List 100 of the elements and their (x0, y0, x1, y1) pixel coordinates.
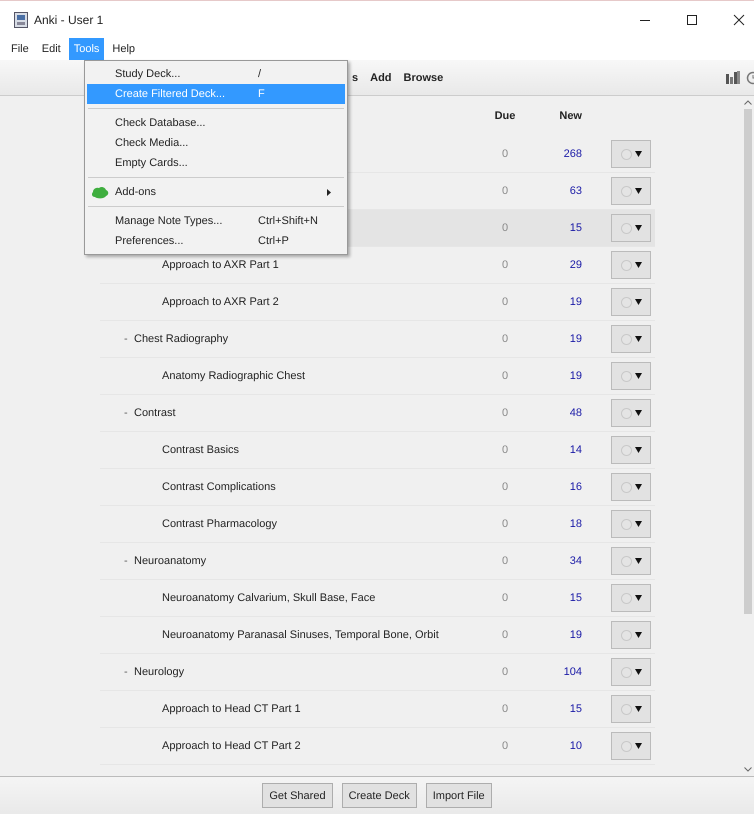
caret-icon (634, 743, 642, 749)
maximize-icon[interactable] (686, 14, 698, 26)
due-count: 0 (500, 370, 510, 382)
deck-options-button[interactable] (611, 436, 651, 464)
window-title: Anki - User 1 (34, 12, 104, 26)
caret-icon (634, 669, 642, 675)
collapse-toggle[interactable]: - (124, 407, 134, 419)
deck-row[interactable]: Neuroanatomy Calvarium, Skull Base, Face 0 15 (100, 580, 655, 617)
deck-row[interactable]: - Neurology 0 104 (100, 654, 655, 691)
caret-icon (634, 484, 642, 490)
due-count: 0 (500, 296, 510, 308)
due-count: 0 (500, 222, 510, 234)
deck-options-button[interactable] (611, 325, 651, 353)
caret-icon (634, 410, 642, 416)
new-count: 18 (568, 518, 582, 530)
deck-name[interactable]: Contrast (134, 407, 176, 419)
deck-name[interactable]: Contrast Pharmacology (162, 518, 277, 530)
deck-name[interactable]: Chest Radiography (134, 333, 228, 345)
menu-item[interactable]: Help (107, 38, 140, 60)
deck-options-button[interactable] (611, 621, 651, 649)
caret-icon (634, 447, 642, 453)
menu-item[interactable]: Edit (36, 38, 66, 60)
new-count: 19 (568, 370, 582, 382)
collapse-toggle[interactable]: - (124, 333, 134, 345)
deck-row[interactable]: Contrast Pharmacology 0 18 (100, 506, 655, 543)
new-count: 15 (568, 222, 582, 234)
due-count: 0 (500, 666, 510, 678)
bottom-button[interactable]: Create Deck (342, 783, 417, 808)
close-icon[interactable] (733, 14, 745, 26)
deck-name[interactable]: Anatomy Radiographic Chest (162, 370, 306, 382)
deck-row[interactable]: - Contrast 0 48 (100, 395, 655, 432)
new-count: 34 (568, 555, 582, 567)
toolbar-link[interactable]: Add (370, 72, 392, 84)
deck-options-button[interactable] (611, 140, 651, 168)
due-count: 0 (500, 185, 510, 197)
menu-item[interactable]: File (6, 38, 34, 60)
deck-options-button[interactable] (611, 177, 651, 205)
deck-options-button[interactable] (611, 214, 651, 242)
collapse-toggle[interactable]: - (124, 666, 134, 678)
deck-options-button[interactable] (611, 732, 651, 760)
menu-entry[interactable]: Study Deck... / (87, 64, 345, 84)
deck-row[interactable]: - Neuroanatomy 0 34 (100, 543, 655, 580)
toolbar-link[interactable]: Browse (404, 72, 444, 84)
deck-row[interactable]: Anatomy Radiographic Chest 0 19 (100, 358, 655, 395)
new-count: 63 (568, 185, 582, 197)
deck-row[interactable]: Approach to Head CT Part 1 0 15 (100, 691, 655, 728)
scroll-up-icon[interactable] (744, 100, 752, 105)
deck-name[interactable]: Neuroanatomy Calvarium, Skull Base, Face (162, 592, 376, 604)
deck-row[interactable]: Neuroanatomy Paranasal Sinuses, Temporal Bone, Orbit 0 19 (100, 617, 655, 654)
deck-name[interactable]: Contrast Complications (162, 481, 276, 493)
toolbar-link[interactable]: s (352, 72, 358, 84)
due-count: 0 (500, 444, 510, 456)
deck-name[interactable]: Neuroanatomy Paranasal Sinuses, Temporal Bone, Orbit (162, 629, 439, 641)
deck-name[interactable]: Approach to Head CT Part 2 (162, 740, 301, 752)
due-count: 0 (500, 592, 510, 604)
due-count: 0 (500, 407, 510, 419)
deck-name[interactable]: Neurology (134, 666, 184, 678)
deck-options-button[interactable] (611, 658, 651, 686)
caret-icon (634, 521, 642, 527)
submenu-arrow-icon (327, 189, 331, 196)
new-count: 19 (568, 629, 582, 641)
deck-options-button[interactable] (611, 695, 651, 723)
due-count: 0 (500, 629, 510, 641)
due-count: 0 (500, 333, 510, 345)
column-header: New (558, 110, 582, 122)
due-count: 0 (500, 740, 510, 752)
deck-row[interactable]: Contrast Complications 0 16 (100, 469, 655, 506)
new-count: 104 (562, 666, 582, 678)
bottom-button[interactable]: Import File (426, 783, 492, 808)
deck-name[interactable]: Approach to AXR Part 1 (162, 259, 279, 271)
deck-options-button[interactable] (611, 510, 651, 538)
caret-icon (634, 225, 642, 231)
caret-icon (634, 373, 642, 379)
deck-options-button[interactable] (611, 251, 651, 279)
caret-icon (634, 299, 642, 305)
deck-options-button[interactable] (611, 362, 651, 390)
deck-row[interactable]: Contrast Basics 0 14 (100, 432, 655, 469)
scroll-down-icon[interactable] (744, 767, 752, 772)
deck-row[interactable]: Approach to Head CT Part 2 0 10 (100, 728, 655, 765)
deck-name[interactable]: Approach to AXR Part 2 (162, 296, 279, 308)
deck-name[interactable]: Contrast Basics (162, 444, 240, 456)
caret-icon (634, 151, 642, 157)
new-count: 19 (568, 296, 582, 308)
due-count: 0 (500, 518, 510, 530)
deck-options-button[interactable] (611, 473, 651, 501)
deck-options-button[interactable] (611, 399, 651, 427)
new-count: 14 (568, 444, 582, 456)
deck-row[interactable]: - Chest Radiography 0 19 (100, 321, 655, 358)
bar-chart-icon[interactable] (726, 71, 740, 84)
deck-name[interactable]: Neuroanatomy (134, 555, 206, 567)
collapse-toggle[interactable]: - (124, 555, 134, 567)
deck-options-button[interactable] (611, 584, 651, 612)
due-count: 0 (500, 259, 510, 271)
menu-entry[interactable]: Check Database... (87, 113, 345, 133)
bottom-button[interactable]: Get Shared (262, 783, 333, 808)
deck-name[interactable]: Approach to Head CT Part 1 (162, 703, 301, 715)
caret-icon (634, 262, 642, 268)
deck-options-button[interactable] (611, 547, 651, 575)
deck-row[interactable]: Approach to AXR Part 2 0 19 (100, 284, 655, 321)
deck-options-button[interactable] (611, 288, 651, 316)
